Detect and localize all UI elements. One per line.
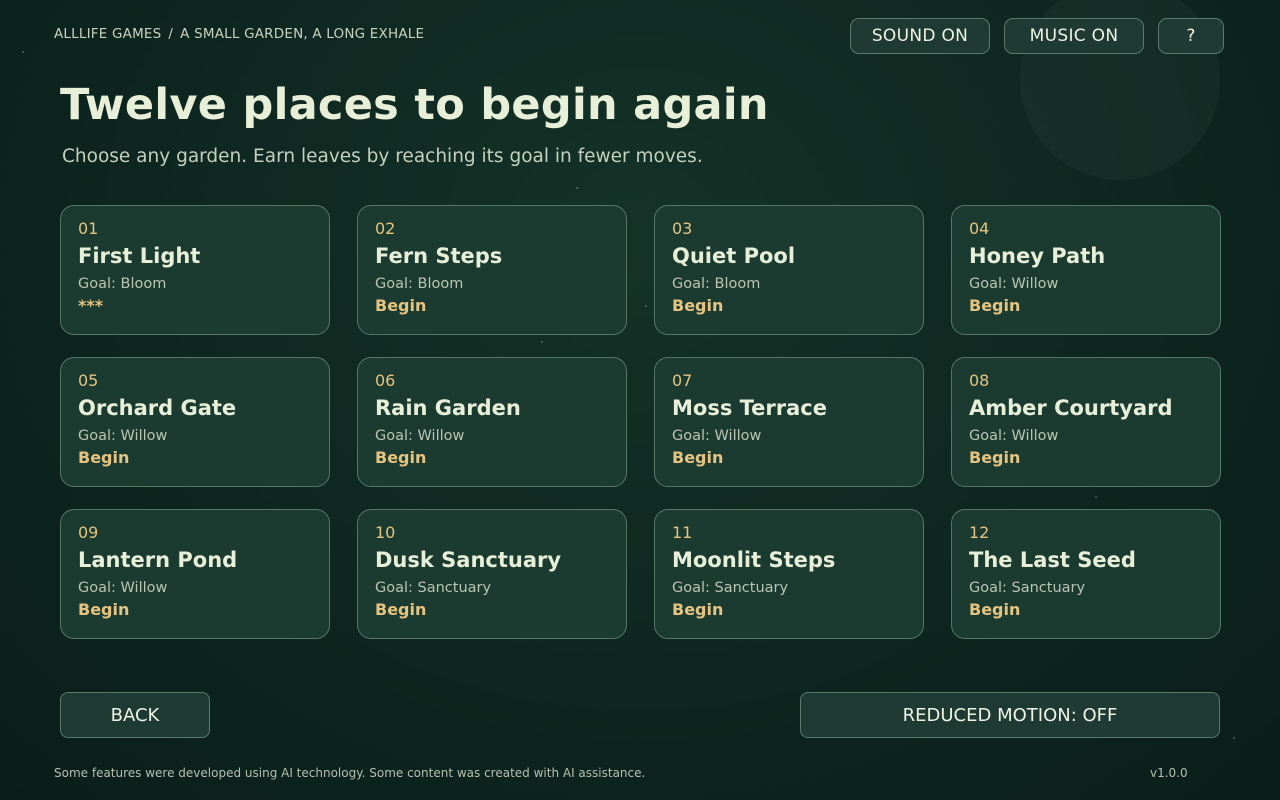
level-goal: Goal: Sanctuary: [375, 580, 492, 596]
level-card-02[interactable]: 02 Fern Steps Goal: Bloom Begin: [357, 205, 627, 335]
level-goal: Goal: Bloom: [78, 276, 167, 292]
level-goal: Goal: Sanctuary: [969, 580, 1086, 596]
level-name: Quiet Pool: [672, 244, 796, 268]
level-card-06[interactable]: 06 Rain Garden Goal: Willow Begin: [357, 357, 627, 487]
level-number: 07: [672, 371, 693, 390]
level-number: 01: [78, 219, 99, 238]
level-card-11[interactable]: 11 Moonlit Steps Goal: Sanctuary Begin: [654, 509, 924, 639]
version-label: v1.0.0: [1150, 766, 1188, 780]
level-goal: Goal: Willow: [969, 276, 1059, 292]
level-goal: Goal: Willow: [672, 428, 762, 444]
music-toggle-button[interactable]: MUSIC ON: [1004, 18, 1144, 54]
level-number: 08: [969, 371, 990, 390]
level-number: 09: [78, 523, 99, 542]
level-name: First Light: [78, 244, 201, 268]
level-begin-link[interactable]: Begin: [672, 448, 906, 467]
level-goal: Goal: Bloom: [672, 276, 761, 292]
level-number: 10: [375, 523, 396, 542]
level-name: Lantern Pond: [78, 548, 238, 572]
level-number: 12: [969, 523, 990, 542]
level-goal: Goal: Sanctuary: [672, 580, 789, 596]
level-begin-link[interactable]: Begin: [672, 296, 906, 315]
sound-toggle-button[interactable]: SOUND ON: [850, 18, 990, 54]
level-stars-rating: ***: [78, 296, 104, 315]
top-toolbar: SOUND ON MUSIC ON ?: [850, 18, 1224, 54]
level-goal: Goal: Willow: [375, 428, 465, 444]
level-begin-link[interactable]: Begin: [969, 448, 1203, 467]
level-name: Orchard Gate: [78, 396, 237, 420]
level-begin-link[interactable]: Begin: [969, 296, 1203, 315]
background-star: [1233, 737, 1235, 739]
level-begin-link[interactable]: Begin: [969, 600, 1203, 619]
ai-disclaimer: Some features were developed using AI te…: [54, 766, 646, 780]
level-card-04[interactable]: 04 Honey Path Goal: Willow Begin: [951, 205, 1221, 335]
breadcrumb-separator: /: [168, 26, 174, 42]
level-name: Amber Courtyard: [969, 396, 1173, 420]
level-name: Honey Path: [969, 244, 1106, 268]
level-goal: Goal: Willow: [78, 428, 168, 444]
level-number: 05: [78, 371, 99, 390]
level-goal: Goal: Bloom: [375, 276, 464, 292]
level-begin-link[interactable]: Begin: [375, 448, 609, 467]
level-number: 04: [969, 219, 990, 238]
level-name: Rain Garden: [375, 396, 521, 420]
reduced-motion-toggle-button[interactable]: REDUCED MOTION: OFF: [800, 692, 1220, 738]
level-begin-link[interactable]: Begin: [375, 600, 609, 619]
level-name: Fern Steps: [375, 244, 503, 268]
level-begin-link[interactable]: Begin: [78, 600, 312, 619]
level-name: The Last Seed: [969, 548, 1136, 572]
level-goal: Goal: Willow: [969, 428, 1059, 444]
level-number: 11: [672, 523, 693, 542]
level-name: Moss Terrace: [672, 396, 827, 420]
level-card-08[interactable]: 08 Amber Courtyard Goal: Willow Begin: [951, 357, 1221, 487]
background-star: [576, 187, 578, 189]
level-card-12[interactable]: 12 The Last Seed Goal: Sanctuary Begin: [951, 509, 1221, 639]
level-begin-link[interactable]: Begin: [672, 600, 906, 619]
page-subtitle: Choose any garden. Earn leaves by reachi…: [62, 146, 703, 167]
level-number: 03: [672, 219, 693, 238]
level-grid: 01 First Light Goal: Bloom *** 02 Fern S…: [60, 205, 1221, 639]
level-card-09[interactable]: 09 Lantern Pond Goal: Willow Begin: [60, 509, 330, 639]
level-card-01[interactable]: 01 First Light Goal: Bloom ***: [60, 205, 330, 335]
level-begin-link[interactable]: Begin: [78, 448, 312, 467]
breadcrumb: ALLLIFE GAMES / A SMALL GARDEN, A LONG E…: [54, 26, 424, 42]
page-title: Twelve places to begin again: [60, 80, 769, 130]
level-card-03[interactable]: 03 Quiet Pool Goal: Bloom Begin: [654, 205, 924, 335]
level-number: 06: [375, 371, 396, 390]
help-button[interactable]: ?: [1158, 18, 1224, 54]
background-star: [22, 51, 24, 53]
level-name: Moonlit Steps: [672, 548, 836, 572]
back-button[interactable]: BACK: [60, 692, 210, 738]
level-name: Dusk Sanctuary: [375, 548, 562, 572]
level-card-07[interactable]: 07 Moss Terrace Goal: Willow Begin: [654, 357, 924, 487]
level-goal: Goal: Willow: [78, 580, 168, 596]
level-begin-link[interactable]: Begin: [375, 296, 609, 315]
breadcrumb-studio: ALLLIFE GAMES: [54, 26, 162, 42]
level-card-05[interactable]: 05 Orchard Gate Goal: Willow Begin: [60, 357, 330, 487]
level-card-10[interactable]: 10 Dusk Sanctuary Goal: Sanctuary Begin: [357, 509, 627, 639]
level-number: 02: [375, 219, 396, 238]
breadcrumb-game: A SMALL GARDEN, A LONG EXHALE: [180, 26, 425, 42]
